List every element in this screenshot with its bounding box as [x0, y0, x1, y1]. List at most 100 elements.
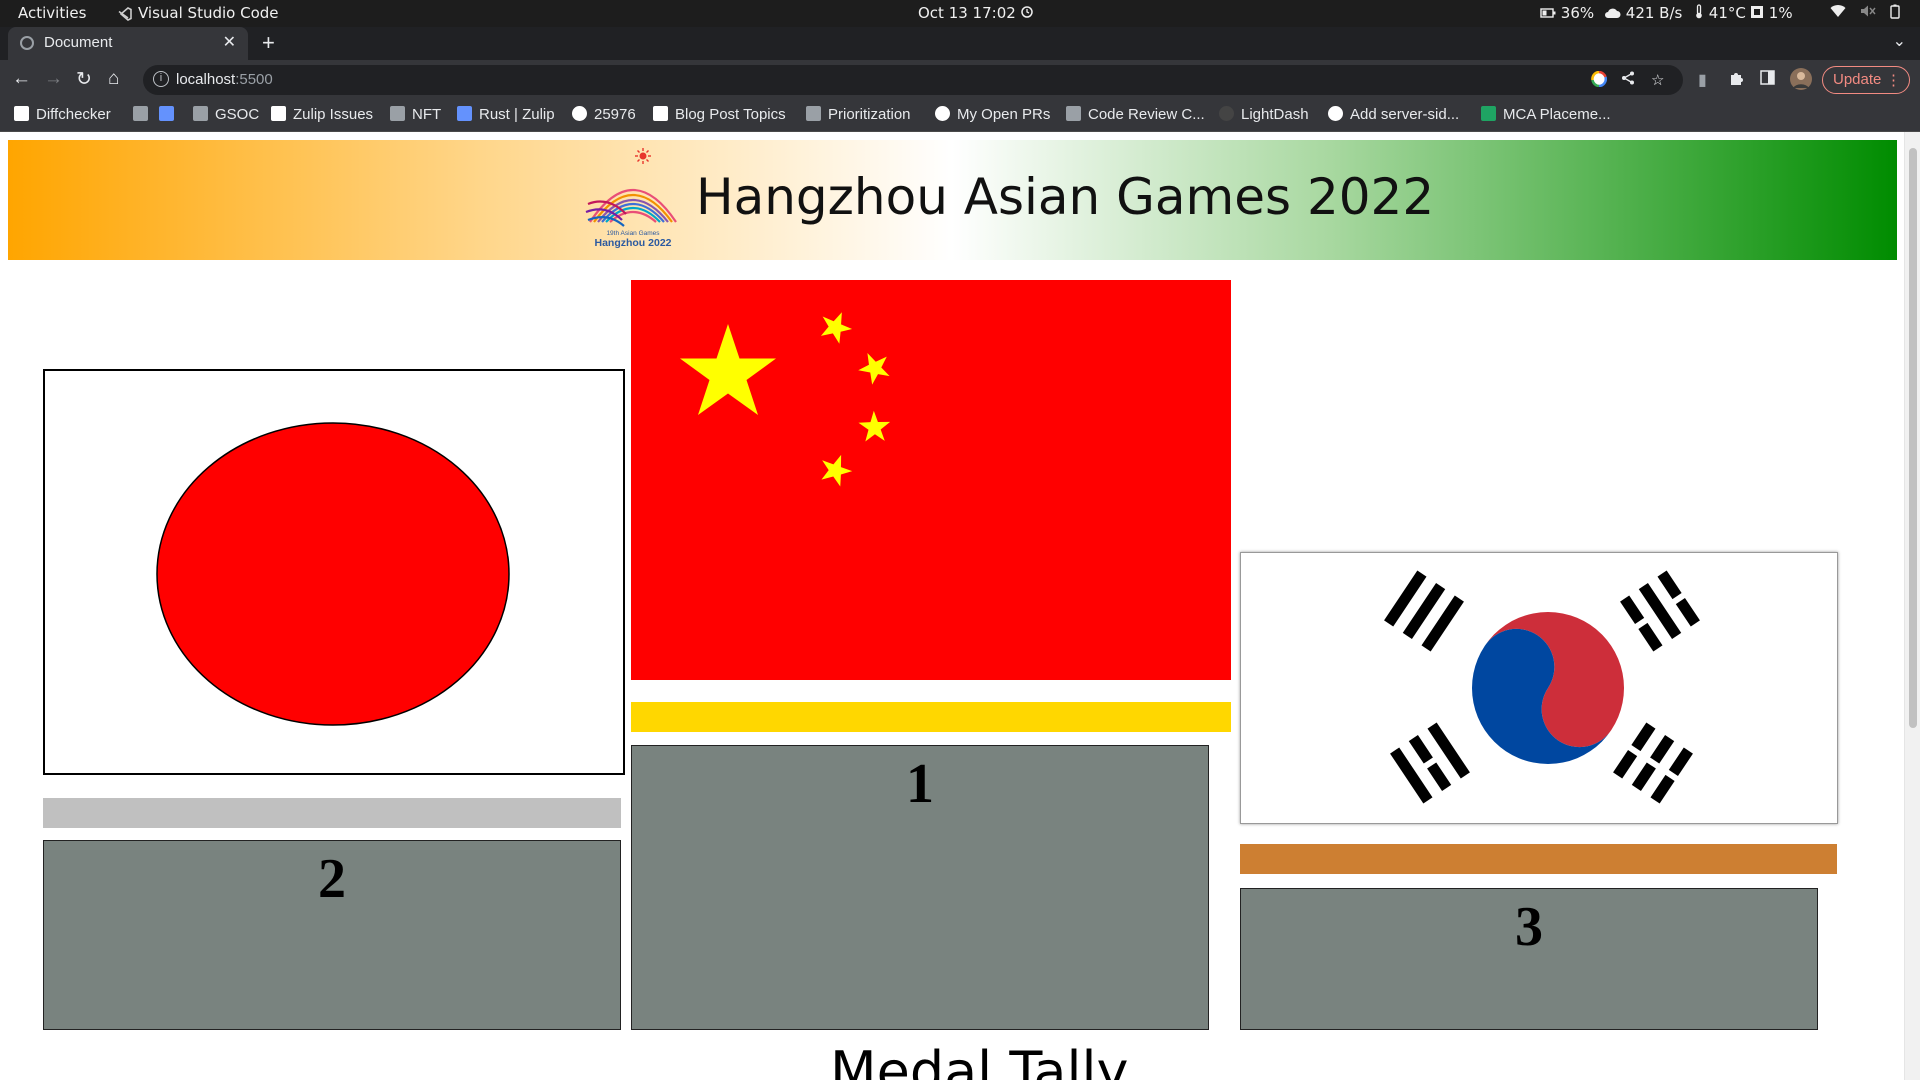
alarm-icon — [1020, 4, 1034, 23]
battery-icon — [1540, 5, 1556, 23]
forward-arrow-icon[interactable]: → — [44, 68, 63, 90]
zulip-icon — [457, 106, 472, 121]
bookmark-star-icon[interactable]: ☆ — [1651, 71, 1664, 89]
header-banner: 19th Asian Games Hangzhou 2022 Hangzhou … — [8, 140, 1897, 260]
bookmark-diffchecker[interactable]: Diffchecker — [14, 106, 111, 123]
page-title: Hangzhou Asian Games 2022 — [696, 168, 1435, 226]
trigram-gam — [1620, 570, 1700, 652]
logo-caption-line2: Hangzhou 2022 — [594, 237, 671, 249]
network-speed: 421 B/s — [1604, 4, 1682, 23]
trigram-gon — [1613, 722, 1693, 804]
system-top-bar: Activities Visual Studio Code Oct 13 17:… — [0, 0, 1920, 27]
lightdash-icon — [1219, 106, 1234, 121]
bookmark-add-server-side[interactable]: Add server-sid... — [1328, 106, 1459, 123]
bookmark-zulip[interactable] — [159, 106, 181, 123]
activities-button[interactable]: Activities — [18, 4, 86, 22]
battery-status: 36% — [1540, 4, 1594, 23]
clock[interactable]: Oct 13 17:02 — [918, 4, 1016, 22]
sheet-icon — [806, 106, 821, 121]
gold-medal-bar — [631, 702, 1231, 732]
bronze-medal-bar — [1240, 844, 1837, 874]
power-battery-icon[interactable] — [1890, 4, 1900, 23]
bookmark-code-review[interactable]: Code Review C... — [1066, 106, 1205, 123]
update-button[interactable]: Update ⋮ — [1822, 66, 1910, 94]
scrollbar-thumb[interactable] — [1909, 148, 1917, 728]
volume-muted-icon[interactable] — [1860, 4, 1876, 22]
globe-icon — [20, 36, 34, 50]
bookmark-25976[interactable]: 25976 — [572, 106, 636, 123]
cpu-usage: 1% — [1750, 4, 1793, 23]
bookmark-rust-zulip[interactable]: Rust | Zulip — [457, 106, 555, 123]
bookmark-lightdash[interactable]: LightDash — [1219, 106, 1309, 123]
github-icon — [935, 106, 950, 121]
podium-rank-label: 2 — [318, 848, 346, 910]
asian-games-logo: 19th Asian Games Hangzhou 2022 — [578, 140, 688, 260]
china-flag-small-star — [858, 410, 891, 442]
china-flag-large-star — [680, 324, 776, 415]
trigram-geon — [1384, 570, 1464, 652]
folder-icon — [133, 106, 148, 121]
vscode-icon — [118, 6, 132, 21]
silver-medal-bar — [43, 798, 621, 828]
active-app-name: Visual Studio Code — [138, 4, 279, 22]
logo-sun-icon — [635, 148, 651, 164]
extensions-puzzle-icon[interactable] — [1728, 70, 1744, 91]
github-icon — [572, 106, 587, 121]
cloud-upload-icon — [1604, 5, 1621, 23]
bookmark-blog-post-topics[interactable]: Blog Post Topics — [653, 106, 786, 123]
notion-icon — [271, 106, 286, 121]
folder-icon — [193, 106, 208, 121]
browser-toolbar: ← → ↻ ⌂ i localhost:5500 ☆ ▮ Update ⋮ — [0, 60, 1920, 100]
wifi-icon[interactable] — [1830, 4, 1846, 22]
bookmarks-bar: Diffchecker GSOC Zulip Issues NFT Rust |… — [0, 100, 1920, 132]
thermometer-icon — [1694, 4, 1704, 23]
bookmark-my-open-prs[interactable]: My Open PRs — [935, 106, 1050, 123]
podium-second-place: 2 — [43, 840, 621, 1030]
china-flag-small-star — [820, 312, 853, 344]
site-info-icon[interactable]: i — [153, 71, 169, 87]
google-icon[interactable] — [1591, 70, 1608, 91]
podium-rank-label: 3 — [1515, 896, 1543, 958]
diffchecker-icon — [14, 106, 29, 121]
china-flag — [631, 280, 1231, 680]
podium-third-place: 3 — [1240, 888, 1818, 1030]
logo-fan-icon — [585, 188, 677, 227]
japan-flag-red-disc — [156, 422, 510, 726]
bookmark-prioritization[interactable]: Prioritization — [806, 106, 911, 123]
china-flag-small-star — [858, 353, 890, 385]
back-arrow-icon[interactable]: ← — [12, 68, 31, 90]
sheet-icon — [1066, 106, 1081, 121]
page-scrollbar[interactable] — [1904, 132, 1920, 1080]
tab-search-chevron-icon[interactable]: ⌄ — [1893, 31, 1906, 51]
bookmark-mca-placement[interactable]: MCA Placeme... — [1481, 106, 1611, 123]
url-text[interactable]: localhost:5500 — [176, 71, 273, 88]
podium-first-place: 1 — [631, 745, 1209, 1030]
cpu-icon — [1750, 5, 1764, 23]
home-icon[interactable]: ⌂ — [108, 68, 119, 90]
china-flag-small-star — [821, 454, 853, 487]
github-icon — [1328, 106, 1343, 121]
zulip-icon — [159, 106, 174, 121]
sheet-icon — [390, 106, 405, 121]
new-tab-button[interactable]: + — [262, 30, 275, 56]
active-app-indicator[interactable]: Visual Studio Code — [118, 4, 279, 22]
share-icon[interactable] — [1621, 71, 1635, 89]
extension-badge-icon[interactable]: ▮ — [1698, 70, 1707, 90]
side-panel-icon[interactable] — [1760, 70, 1775, 90]
podium-rank-label: 1 — [906, 753, 934, 815]
close-tab-icon[interactable]: ✕ — [223, 32, 236, 52]
more-vert-icon: ⋮ — [1886, 72, 1901, 89]
bookmark-zulip-issues[interactable]: Zulip Issues — [271, 106, 373, 123]
bookmark-gsoc[interactable]: GSOC — [193, 106, 259, 123]
address-bar[interactable]: i localhost:5500 ☆ — [143, 65, 1683, 95]
bookmark-nft[interactable]: NFT — [390, 106, 441, 123]
tab-document[interactable]: Document ✕ — [8, 27, 248, 60]
bookmark-folder[interactable] — [133, 106, 155, 123]
south-korea-flag — [1240, 552, 1838, 824]
medal-tally-heading: Medal Tally — [830, 1040, 1129, 1080]
japan-flag — [43, 369, 625, 775]
profile-avatar[interactable] — [1790, 68, 1812, 95]
temperature: 41°C — [1694, 4, 1746, 23]
reload-icon[interactable]: ↻ — [76, 68, 92, 91]
sheets-green-icon — [1481, 106, 1496, 121]
